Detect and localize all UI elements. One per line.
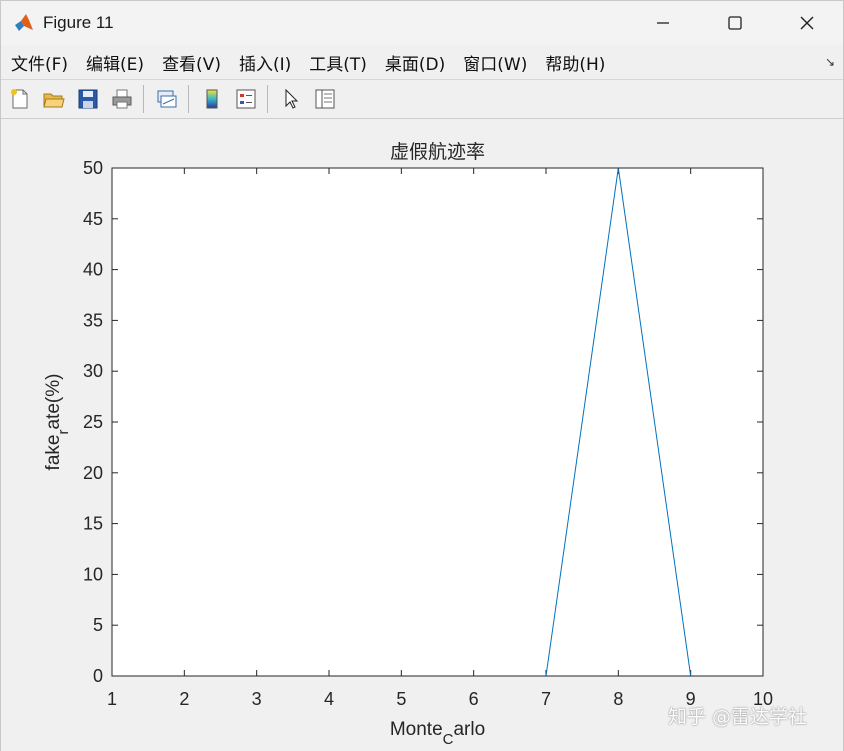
x-tick-label: 8 — [613, 689, 623, 709]
toolbar-separator — [143, 85, 144, 113]
new-figure-button[interactable] — [5, 84, 35, 114]
toolbar-separator — [267, 85, 268, 113]
property-inspector-button[interactable] — [310, 84, 340, 114]
save-button[interactable] — [73, 84, 103, 114]
maximize-button[interactable] — [699, 1, 771, 45]
y-tick-label: 25 — [83, 412, 103, 432]
dock-arrow-icon[interactable]: ↘ — [825, 55, 835, 69]
window-title: Figure 11 — [43, 13, 114, 32]
legend-button[interactable] — [231, 84, 261, 114]
menu-window[interactable]: 窗口(W) — [453, 50, 535, 75]
axes-background — [112, 168, 763, 676]
y-tick-label: 5 — [93, 615, 103, 635]
legend-icon — [236, 89, 256, 109]
y-tick-label: 45 — [83, 209, 103, 229]
x-tick-label: 7 — [541, 689, 551, 709]
x-axis-label: MonteCarlo — [390, 719, 485, 748]
select-cursor-button[interactable] — [276, 84, 306, 114]
save-icon — [78, 89, 98, 109]
title-bar[interactable]: Figure 11 — [1, 1, 843, 45]
menu-file[interactable]: 文件(F) — [1, 50, 76, 75]
y-tick-label: 35 — [83, 310, 103, 330]
link-plot-button[interactable] — [152, 84, 182, 114]
y-tick-label: 0 — [93, 666, 103, 686]
print-icon — [112, 89, 132, 109]
select-cursor-icon — [285, 88, 299, 109]
y-tick-label: 15 — [83, 514, 103, 534]
colorbar-button[interactable] — [197, 84, 227, 114]
x-tick-label: 2 — [179, 689, 189, 709]
minimize-button[interactable] — [627, 1, 699, 45]
y-tick-label: 20 — [83, 463, 103, 483]
open-file-icon — [43, 93, 65, 108]
menu-help[interactable]: 帮助(H) — [535, 50, 613, 75]
new-figure-icon — [11, 89, 28, 109]
maximize-icon — [728, 16, 742, 30]
open-file-button[interactable] — [39, 84, 69, 114]
x-tick-label: 6 — [469, 689, 479, 709]
y-tick-label: 50 — [83, 158, 103, 178]
x-tick-label: 5 — [396, 689, 406, 709]
x-tick-label: 4 — [324, 689, 334, 709]
figure-window: Figure 11 文件(F) 编辑(E) 查看(V) 插入(I) 工具(T) … — [0, 0, 844, 751]
line-plot[interactable]: 1 2 3 4 5 6 7 8 9 10 05101520253035404550 虚假航迹率 M… — [1, 119, 843, 751]
print-button[interactable] — [107, 84, 137, 114]
menu-insert[interactable]: 插入(I) — [229, 50, 299, 75]
menu-desktop[interactable]: 桌面(D) — [375, 50, 453, 75]
menu-bar: 文件(F) 编辑(E) 查看(V) 插入(I) 工具(T) 桌面(D) 窗口(W… — [1, 45, 843, 80]
matlab-logo-icon — [15, 14, 33, 31]
y-tick-label: 40 — [83, 260, 103, 280]
property-inspector-icon — [315, 89, 335, 109]
toolbar-separator — [188, 85, 189, 113]
y-tick-label: 10 — [83, 564, 103, 584]
figure-canvas[interactable]: 1 2 3 4 5 6 7 8 9 10 0 5 10 15 20 25 30 35 40 45 50 虚假航迹率 M… — [1, 119, 843, 751]
x-tick-label: 3 — [252, 689, 262, 709]
close-button[interactable] — [771, 1, 843, 45]
x-tick-label: 1 — [107, 689, 117, 709]
menu-edit[interactable]: 编辑(E) — [76, 50, 152, 75]
y-axis-label: fakerate(%) — [43, 374, 72, 471]
minimize-icon — [657, 22, 669, 24]
colorbar-icon — [206, 89, 218, 109]
y-tick-label: 30 — [83, 361, 103, 381]
figure-toolbar — [1, 80, 843, 119]
link-plot-icon — [157, 90, 177, 108]
menu-view[interactable]: 查看(V) — [152, 50, 229, 75]
chart-title: 虚假航迹率 — [390, 141, 485, 163]
watermark: 知乎 @雷达学社 — [668, 706, 808, 728]
menu-tools[interactable]: 工具(T) — [299, 50, 375, 75]
close-icon — [800, 16, 814, 30]
